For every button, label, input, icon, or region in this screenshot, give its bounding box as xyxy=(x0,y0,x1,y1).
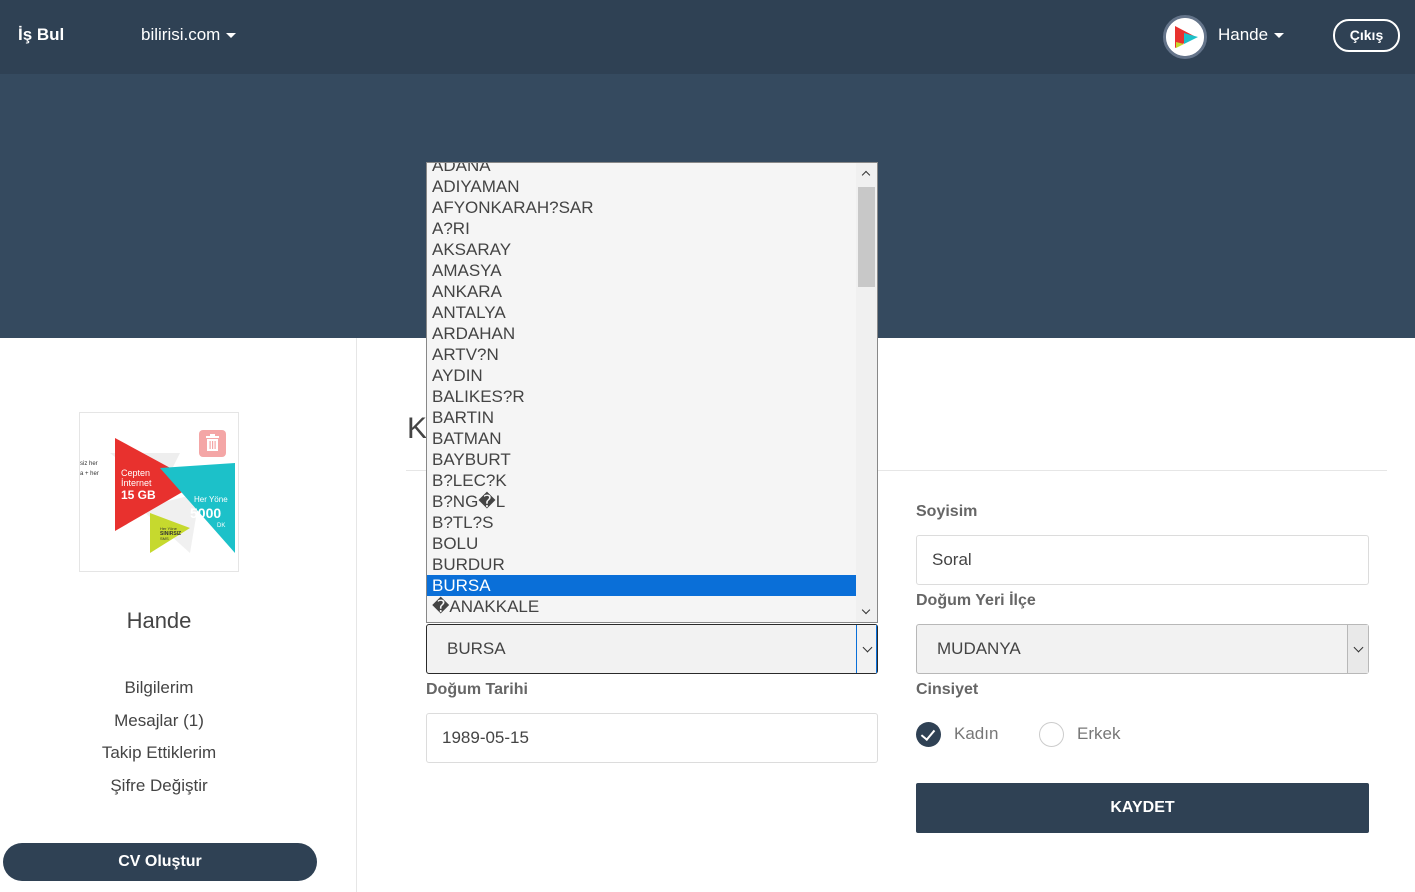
sidebar: Cepten İnternet 15 GB Her Yöne 5000 DK H… xyxy=(0,338,357,892)
dropdown-scrollbar[interactable] xyxy=(856,163,877,622)
dropdown-option[interactable]: AKSARAY xyxy=(427,239,857,260)
svg-text:İnternet: İnternet xyxy=(121,478,152,488)
dropdown-option[interactable]: BOLU xyxy=(427,533,857,554)
svg-text:15 GB: 15 GB xyxy=(121,488,156,502)
dropdown-option[interactable]: B?TL?S xyxy=(427,512,857,533)
chevron-down-icon xyxy=(1274,33,1285,39)
svg-text:Her Yöne: Her Yöne xyxy=(194,495,228,504)
dogum-yeri-il-select[interactable]: BURSA xyxy=(426,624,878,674)
dropdown-option[interactable]: B?LEC?K xyxy=(427,470,857,491)
gender-female-radio[interactable] xyxy=(916,722,941,747)
soyisim-input[interactable]: Soral xyxy=(916,535,1369,585)
save-button[interactable]: KAYDET xyxy=(916,783,1369,833)
dropdown-option[interactable]: AFYONKARAH?SAR xyxy=(427,197,857,218)
cinsiyet-label: Cinsiyet xyxy=(916,681,979,698)
dogum-yeri-il-value: BURSA xyxy=(447,639,506,658)
dogum-tarihi-input[interactable]: 1989-05-15 xyxy=(426,713,878,763)
scroll-up-icon[interactable] xyxy=(856,163,877,183)
svg-text:siz her: siz her xyxy=(80,461,98,467)
dropdown-option[interactable]: ARTV?N xyxy=(427,344,857,365)
il-dropdown-list[interactable]: ADANA ADIYAMAN AFYONKARAH?SAR A?RI AKSARAY AM… xyxy=(426,162,878,623)
dropdown-option[interactable]: AYDIN xyxy=(427,365,857,386)
cv-create-button[interactable]: CV Oluştur xyxy=(3,843,317,881)
delete-photo-button[interactable] xyxy=(199,430,226,457)
dropdown-option[interactable]: AMASYA xyxy=(427,260,857,281)
soyisim-label: Soyisim xyxy=(916,503,978,520)
dropdown-option[interactable]: A?RI xyxy=(427,218,857,239)
dropdown-option[interactable]: B?NG�L xyxy=(427,491,857,512)
dogum-yeri-ilce-select[interactable]: MUDANYA xyxy=(916,624,1369,674)
svg-text:5000: 5000 xyxy=(190,505,221,521)
site-menu-label: bilirisi.com xyxy=(141,25,221,44)
page-title: K xyxy=(407,412,428,445)
svg-text:a + her: a + her xyxy=(80,471,99,477)
scroll-down-icon[interactable] xyxy=(856,602,877,622)
dropdown-option[interactable]: BATMAN xyxy=(427,428,857,449)
sidebar-item-sifre-degistir[interactable]: Şifre Değiştir xyxy=(0,776,318,796)
dropdown-option[interactable]: BURSA xyxy=(427,575,857,596)
dropdown-option[interactable]: BAYBURT xyxy=(427,449,857,470)
scroll-thumb[interactable] xyxy=(858,187,875,287)
avatar-logo-icon xyxy=(1166,18,1204,56)
svg-text:SMS: SMS xyxy=(160,536,169,541)
sidebar-item-bilgilerim[interactable]: Bilgilerim xyxy=(0,678,318,698)
svg-text:DK: DK xyxy=(217,523,225,529)
dropdown-option[interactable]: ANKARA xyxy=(427,281,857,302)
dogum-yeri-ilce-label: Doğum Yeri İlçe xyxy=(916,592,1036,609)
dropdown-option[interactable]: BARTIN xyxy=(427,407,857,428)
il-options: ADANA ADIYAMAN AFYONKARAH?SAR A?RI AKSARAY AM… xyxy=(427,163,857,617)
dropdown-option[interactable]: �ANAKKALE xyxy=(427,596,857,617)
dropdown-option[interactable]: BURDUR xyxy=(427,554,857,575)
user-name: Hande xyxy=(1218,25,1269,44)
chevron-down-icon xyxy=(856,625,877,673)
chevron-down-icon xyxy=(226,33,237,39)
gender-female-label[interactable]: Kadın xyxy=(954,724,998,744)
avatar[interactable] xyxy=(1163,15,1207,59)
svg-text:Cepten: Cepten xyxy=(121,468,150,478)
gender-male-radio[interactable] xyxy=(1039,722,1064,747)
trash-icon xyxy=(206,434,219,451)
gender-male-label[interactable]: Erkek xyxy=(1077,724,1120,744)
top-navbar: İş Bul bilirisi.com Hande Çıkış xyxy=(0,0,1415,74)
user-menu[interactable]: Hande xyxy=(1218,25,1285,45)
site-menu[interactable]: bilirisi.com xyxy=(141,25,237,45)
chevron-down-icon xyxy=(1347,625,1368,673)
dogum-yeri-ilce-value: MUDANYA xyxy=(937,639,1021,658)
dropdown-option[interactable]: ADIYAMAN xyxy=(427,176,857,197)
dropdown-option[interactable]: BALIKES?R xyxy=(427,386,857,407)
dropdown-option[interactable]: ADANA xyxy=(427,163,857,176)
brand-link[interactable]: İş Bul xyxy=(18,25,64,45)
dogum-tarihi-label: Doğum Tarihi xyxy=(426,681,528,698)
profile-name: Hande xyxy=(126,608,192,633)
logout-button[interactable]: Çıkış xyxy=(1333,19,1400,52)
dropdown-option[interactable]: ANTALYA xyxy=(427,302,857,323)
dropdown-option[interactable]: ARDAHAN xyxy=(427,323,857,344)
sidebar-item-takip-ettiklerim[interactable]: Takip Ettiklerim xyxy=(0,743,318,763)
sidebar-item-mesajlar[interactable]: Mesajlar (1) xyxy=(0,711,318,731)
